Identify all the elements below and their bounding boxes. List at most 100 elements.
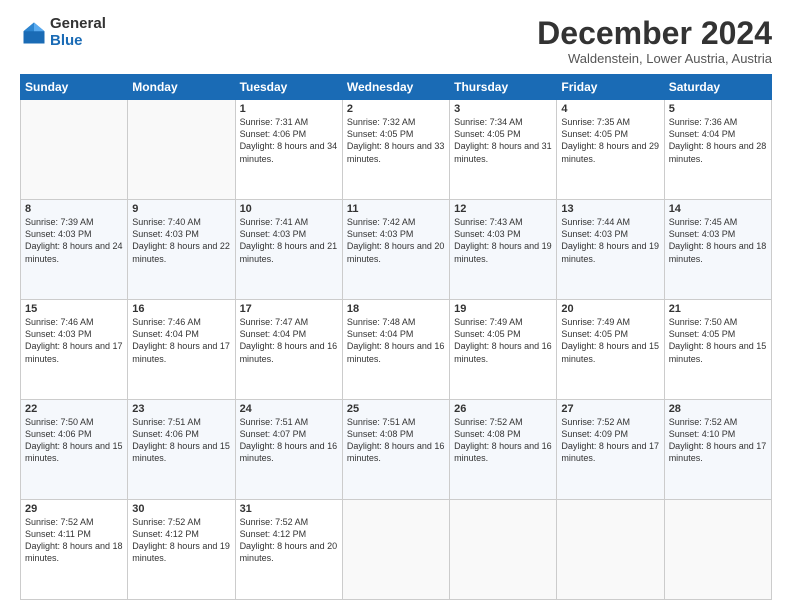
day-number: 22 xyxy=(25,403,123,415)
day-number: 3 xyxy=(454,103,552,115)
day-info: Sunrise: 7:34 AMSunset: 4:05 PMDaylight:… xyxy=(454,117,552,163)
day-info: Sunrise: 7:45 AMSunset: 4:03 PMDaylight:… xyxy=(669,217,767,263)
table-cell xyxy=(21,100,128,200)
calendar-week-3: 15Sunrise: 7:46 AMSunset: 4:03 PMDayligh… xyxy=(21,300,772,400)
table-cell: 18 Sunrise: 7:48 AMSunset: 4:04 PMDayligh… xyxy=(342,300,449,400)
col-thursday: Thursday xyxy=(450,75,557,100)
day-number: 10 xyxy=(240,203,338,215)
table-cell: 20 Sunrise: 7:49 AMSunset: 4:05 PMDayligh… xyxy=(557,300,664,400)
logo-blue-text: Blue xyxy=(50,33,106,50)
table-cell: 19Sunrise: 7:49 AMSunset: 4:05 PMDayligh… xyxy=(450,300,557,400)
day-info: Sunrise: 7:47 AMSunset: 4:04 PMDaylight:… xyxy=(240,317,338,363)
day-info: Sunrise: 7:31 AMSunset: 4:06 PMDaylight:… xyxy=(240,117,338,163)
col-friday: Friday xyxy=(557,75,664,100)
day-info: Sunrise: 7:52 AMSunset: 4:08 PMDaylight:… xyxy=(454,417,552,463)
table-cell: 27 Sunrise: 7:52 AMSunset: 4:09 PMDayligh… xyxy=(557,400,664,500)
location: Waldenstein, Lower Austria, Austria xyxy=(537,51,772,66)
table-cell xyxy=(450,500,557,600)
logo-icon xyxy=(20,19,48,47)
day-info: Sunrise: 7:36 AMSunset: 4:04 PMDaylight:… xyxy=(669,117,767,163)
table-cell xyxy=(664,500,771,600)
page: General Blue December 2024 Waldenstein, … xyxy=(0,0,792,612)
day-number: 31 xyxy=(240,503,338,515)
day-info: Sunrise: 7:52 AMSunset: 4:11 PMDaylight:… xyxy=(25,517,123,563)
day-number: 12 xyxy=(454,203,552,215)
table-cell: 22 Sunrise: 7:50 AMSunset: 4:06 PMDayligh… xyxy=(21,400,128,500)
day-number: 23 xyxy=(132,403,230,415)
table-cell: 13 Sunrise: 7:44 AMSunset: 4:03 PMDayligh… xyxy=(557,200,664,300)
day-number: 13 xyxy=(561,203,659,215)
day-info: Sunrise: 7:52 AMSunset: 4:12 PMDaylight:… xyxy=(240,517,338,563)
table-cell: 12 Sunrise: 7:43 AMSunset: 4:03 PMDayligh… xyxy=(450,200,557,300)
day-info: Sunrise: 7:49 AMSunset: 4:05 PMDaylight:… xyxy=(561,317,659,363)
day-info: Sunrise: 7:50 AMSunset: 4:05 PMDaylight:… xyxy=(669,317,767,363)
day-number: 21 xyxy=(669,303,767,315)
day-number: 27 xyxy=(561,403,659,415)
day-info: Sunrise: 7:51 AMSunset: 4:08 PMDaylight:… xyxy=(347,417,445,463)
table-cell: 10 Sunrise: 7:41 AMSunset: 4:03 PMDayligh… xyxy=(235,200,342,300)
day-info: Sunrise: 7:48 AMSunset: 4:04 PMDaylight:… xyxy=(347,317,445,363)
col-monday: Monday xyxy=(128,75,235,100)
day-number: 30 xyxy=(132,503,230,515)
table-cell xyxy=(128,100,235,200)
table-cell: 28 Sunrise: 7:52 AMSunset: 4:10 PMDayligh… xyxy=(664,400,771,500)
day-number: 25 xyxy=(347,403,445,415)
table-cell: 26 Sunrise: 7:52 AMSunset: 4:08 PMDayligh… xyxy=(450,400,557,500)
table-cell: 9Sunrise: 7:40 AMSunset: 4:03 PMDaylight… xyxy=(128,200,235,300)
day-number: 24 xyxy=(240,403,338,415)
table-cell: 23 Sunrise: 7:51 AMSunset: 4:06 PMDayligh… xyxy=(128,400,235,500)
table-cell: 30 Sunrise: 7:52 AMSunset: 4:12 PMDayligh… xyxy=(128,500,235,600)
day-info: Sunrise: 7:52 AMSunset: 4:12 PMDaylight:… xyxy=(132,517,230,563)
day-info: Sunrise: 7:46 AMSunset: 4:03 PMDaylight:… xyxy=(25,317,123,363)
col-wednesday: Wednesday xyxy=(342,75,449,100)
table-cell: 31 Sunrise: 7:52 AMSunset: 4:12 PMDayligh… xyxy=(235,500,342,600)
calendar-week-2: 8 Sunrise: 7:39 AMSunset: 4:03 PMDaylight… xyxy=(21,200,772,300)
day-info: Sunrise: 7:50 AMSunset: 4:06 PMDaylight:… xyxy=(25,417,123,463)
day-number: 26 xyxy=(454,403,552,415)
table-cell: 5Sunrise: 7:36 AMSunset: 4:04 PMDaylight… xyxy=(664,100,771,200)
table-cell: 1 Sunrise: 7:31 AMSunset: 4:06 PMDaylight… xyxy=(235,100,342,200)
table-cell: 3 Sunrise: 7:34 AMSunset: 4:05 PMDaylight… xyxy=(450,100,557,200)
table-cell: 17Sunrise: 7:47 AMSunset: 4:04 PMDayligh… xyxy=(235,300,342,400)
table-cell: 4 Sunrise: 7:35 AMSunset: 4:05 PMDaylight… xyxy=(557,100,664,200)
day-info: Sunrise: 7:44 AMSunset: 4:03 PMDaylight:… xyxy=(561,217,659,263)
day-info: Sunrise: 7:43 AMSunset: 4:03 PMDaylight:… xyxy=(454,217,552,263)
header: General Blue December 2024 Waldenstein, … xyxy=(20,16,772,66)
day-number: 11 xyxy=(347,203,445,215)
col-tuesday: Tuesday xyxy=(235,75,342,100)
day-info: Sunrise: 7:52 AMSunset: 4:09 PMDaylight:… xyxy=(561,417,659,463)
calendar-week-1: 1 Sunrise: 7:31 AMSunset: 4:06 PMDaylight… xyxy=(21,100,772,200)
day-info: Sunrise: 7:52 AMSunset: 4:10 PMDaylight:… xyxy=(669,417,767,463)
table-cell xyxy=(557,500,664,600)
table-cell: 14 Sunrise: 7:45 AMSunset: 4:03 PMDayligh… xyxy=(664,200,771,300)
day-info: Sunrise: 7:51 AMSunset: 4:06 PMDaylight:… xyxy=(132,417,230,463)
table-cell: 11 Sunrise: 7:42 AMSunset: 4:03 PMDayligh… xyxy=(342,200,449,300)
day-info: Sunrise: 7:41 AMSunset: 4:03 PMDaylight:… xyxy=(240,217,338,263)
table-cell: 8 Sunrise: 7:39 AMSunset: 4:03 PMDaylight… xyxy=(21,200,128,300)
table-cell xyxy=(342,500,449,600)
day-number: 28 xyxy=(669,403,767,415)
day-number: 29 xyxy=(25,503,123,515)
logo: General Blue xyxy=(20,16,106,49)
day-info: Sunrise: 7:35 AMSunset: 4:05 PMDaylight:… xyxy=(561,117,659,163)
table-cell: 15Sunrise: 7:46 AMSunset: 4:03 PMDayligh… xyxy=(21,300,128,400)
calendar-week-5: 29 Sunrise: 7:52 AMSunset: 4:11 PMDayligh… xyxy=(21,500,772,600)
table-cell: 24Sunrise: 7:51 AMSunset: 4:07 PMDayligh… xyxy=(235,400,342,500)
day-number: 14 xyxy=(669,203,767,215)
calendar-week-4: 22 Sunrise: 7:50 AMSunset: 4:06 PMDayligh… xyxy=(21,400,772,500)
day-number: 18 xyxy=(347,303,445,315)
table-cell: 21 Sunrise: 7:50 AMSunset: 4:05 PMDayligh… xyxy=(664,300,771,400)
day-number: 16 xyxy=(132,303,230,315)
day-number: 20 xyxy=(561,303,659,315)
table-cell: 2Sunrise: 7:32 AMSunset: 4:05 PMDaylight… xyxy=(342,100,449,200)
day-number: 19 xyxy=(454,303,552,315)
logo-text: General Blue xyxy=(50,16,106,49)
day-number: 1 xyxy=(240,103,338,115)
month-title: December 2024 xyxy=(537,16,772,51)
day-number: 8 xyxy=(25,203,123,215)
day-info: Sunrise: 7:46 AMSunset: 4:04 PMDaylight:… xyxy=(132,317,230,363)
logo-general-text: General xyxy=(50,16,106,33)
day-info: Sunrise: 7:42 AMSunset: 4:03 PMDaylight:… xyxy=(347,217,445,263)
day-info: Sunrise: 7:39 AMSunset: 4:03 PMDaylight:… xyxy=(25,217,123,263)
day-number: 4 xyxy=(561,103,659,115)
